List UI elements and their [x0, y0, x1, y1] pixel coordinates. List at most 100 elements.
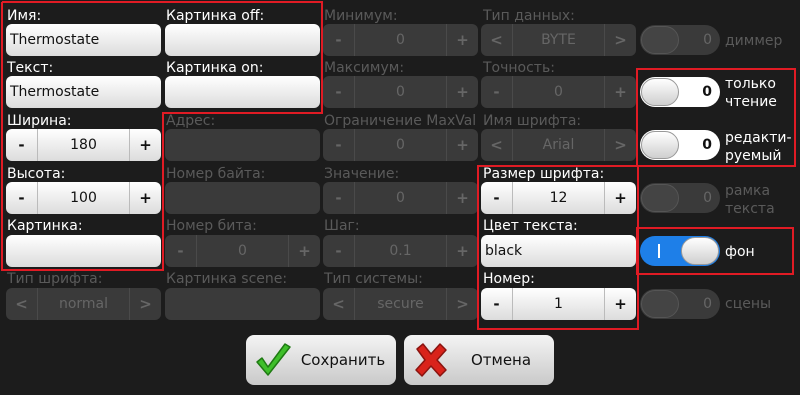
system-type-value: secure	[377, 296, 424, 312]
data-type-selector: < BYTE >	[481, 24, 636, 56]
text-input[interactable]: Thermostate	[6, 76, 161, 108]
maxval-limit-label: Ограничение MaxVal	[324, 113, 477, 129]
dimmer-label: диммер	[725, 33, 783, 49]
readonly-toggle[interactable]: 0	[640, 77, 720, 107]
number-value: 1	[554, 296, 563, 312]
checkmark-icon	[256, 343, 291, 376]
maximum-decrement-button: -	[323, 76, 355, 108]
data-type-next-button: >	[604, 24, 636, 56]
height-increment-button[interactable]: +	[129, 182, 161, 214]
scenes-toggle: 0	[640, 289, 720, 319]
background-toggle[interactable]	[640, 236, 720, 266]
precision-label: Точность:	[483, 60, 555, 76]
font-name-selector: < Arial >	[481, 129, 636, 161]
value-increment-button: +	[446, 182, 478, 214]
number-increment-button[interactable]: +	[604, 288, 636, 320]
bit-decrement-button: -	[165, 235, 197, 267]
font-size-decrement-button[interactable]: -	[481, 182, 513, 214]
save-button-label: Сохранить	[300, 351, 386, 369]
font-name-value: Arial	[542, 137, 575, 153]
step-value: 0.1	[389, 243, 412, 259]
picture-off-input[interactable]	[165, 24, 320, 56]
editable-toggle-value: 0	[702, 137, 712, 153]
maxval-increment-button: +	[446, 129, 478, 161]
text-frame-label-line1: рамка	[725, 183, 771, 199]
height-label: Высота:	[7, 166, 66, 182]
picture-on-label: Картинка on:	[166, 60, 264, 76]
address-input	[165, 129, 320, 161]
step-decrement-button: -	[323, 235, 355, 267]
text-frame-toggle-value: 0	[703, 190, 712, 206]
readonly-label-line2: чтение	[725, 94, 777, 110]
byte-number-label: Номер байта:	[166, 166, 266, 182]
minimum-stepper: - 0 +	[323, 24, 478, 56]
height-value: 100	[70, 190, 97, 206]
system-type-selector: < secure >	[323, 288, 478, 320]
bit-increment-button: +	[288, 235, 320, 267]
dimmer-toggle-value: 0	[703, 32, 712, 48]
number-label: Номер:	[483, 271, 535, 287]
editable-label-line1: редакти-	[725, 130, 792, 146]
precision-decrement-button: -	[481, 76, 513, 108]
font-size-value: 12	[549, 190, 568, 206]
text-frame-label-line2: текста	[725, 201, 775, 217]
font-type-label: Тип шрифта:	[7, 271, 103, 287]
cancel-button-label: Отмена	[470, 351, 532, 369]
scenes-toggle-value: 0	[703, 296, 712, 312]
height-stepper[interactable]: - 100 +	[6, 182, 161, 214]
maximum-label: Максимум:	[324, 60, 405, 76]
address-label: Адрес:	[166, 113, 216, 129]
font-size-stepper[interactable]: - 12 +	[481, 182, 636, 214]
save-button[interactable]: Сохранить	[246, 335, 396, 385]
width-value: 180	[70, 137, 97, 153]
background-toggle-on-indicator	[658, 244, 660, 258]
font-name-next-button: >	[604, 129, 636, 161]
picture-off-label: Картинка off:	[166, 8, 265, 24]
background-label: фон	[725, 244, 755, 260]
text-frame-toggle: 0	[640, 183, 720, 213]
height-decrement-button[interactable]: -	[6, 182, 38, 214]
font-size-increment-button[interactable]: +	[604, 182, 636, 214]
data-type-value: BYTE	[541, 32, 576, 48]
step-stepper: - 0.1 +	[323, 235, 478, 267]
system-type-prev-button: <	[323, 288, 355, 320]
value-stepper: - 0 +	[323, 182, 478, 214]
step-label: Шаг:	[324, 218, 360, 234]
picture-on-input[interactable]	[165, 76, 320, 108]
text-frame-toggle-knob	[641, 184, 679, 212]
bit-number-value: 0	[238, 243, 247, 259]
background-toggle-knob	[681, 237, 719, 265]
scenes-toggle-knob	[641, 290, 679, 318]
precision-value: 0	[554, 84, 563, 100]
maxval-limit-value: 0	[396, 137, 405, 153]
system-type-label: Тип системы:	[324, 271, 423, 287]
name-input[interactable]: Thermostate	[6, 24, 161, 56]
step-increment-button: +	[446, 235, 478, 267]
readonly-toggle-value: 0	[702, 84, 712, 100]
cancel-button[interactable]: Отмена	[404, 335, 554, 385]
number-stepper[interactable]: - 1 +	[481, 288, 636, 320]
value-value: 0	[396, 190, 405, 206]
data-type-label: Тип данных:	[483, 8, 575, 24]
font-name-label: Имя шрифта:	[483, 113, 582, 129]
name-label: Имя:	[7, 8, 42, 24]
readonly-toggle-knob	[641, 78, 679, 106]
minimum-increment-button: +	[446, 24, 478, 56]
width-decrement-button[interactable]: -	[6, 129, 38, 161]
scene-picture-label: Картинка scene:	[166, 271, 288, 287]
editable-toggle[interactable]: 0	[640, 130, 720, 160]
width-stepper[interactable]: - 180 +	[6, 129, 161, 161]
font-size-label: Размер шрифта:	[483, 166, 605, 182]
picture-input[interactable]	[6, 235, 161, 267]
number-decrement-button[interactable]: -	[481, 288, 513, 320]
dimmer-toggle-knob	[641, 26, 679, 54]
text-color-input[interactable]: black	[481, 235, 636, 267]
system-type-next-button: >	[446, 288, 478, 320]
bit-number-label: Номер бита:	[166, 218, 257, 234]
width-increment-button[interactable]: +	[129, 129, 161, 161]
byte-number-input	[165, 182, 320, 214]
scene-picture-input	[165, 288, 320, 320]
maximum-increment-button: +	[446, 76, 478, 108]
precision-stepper: - 0 +	[481, 76, 636, 108]
width-label: Ширина:	[7, 113, 72, 129]
